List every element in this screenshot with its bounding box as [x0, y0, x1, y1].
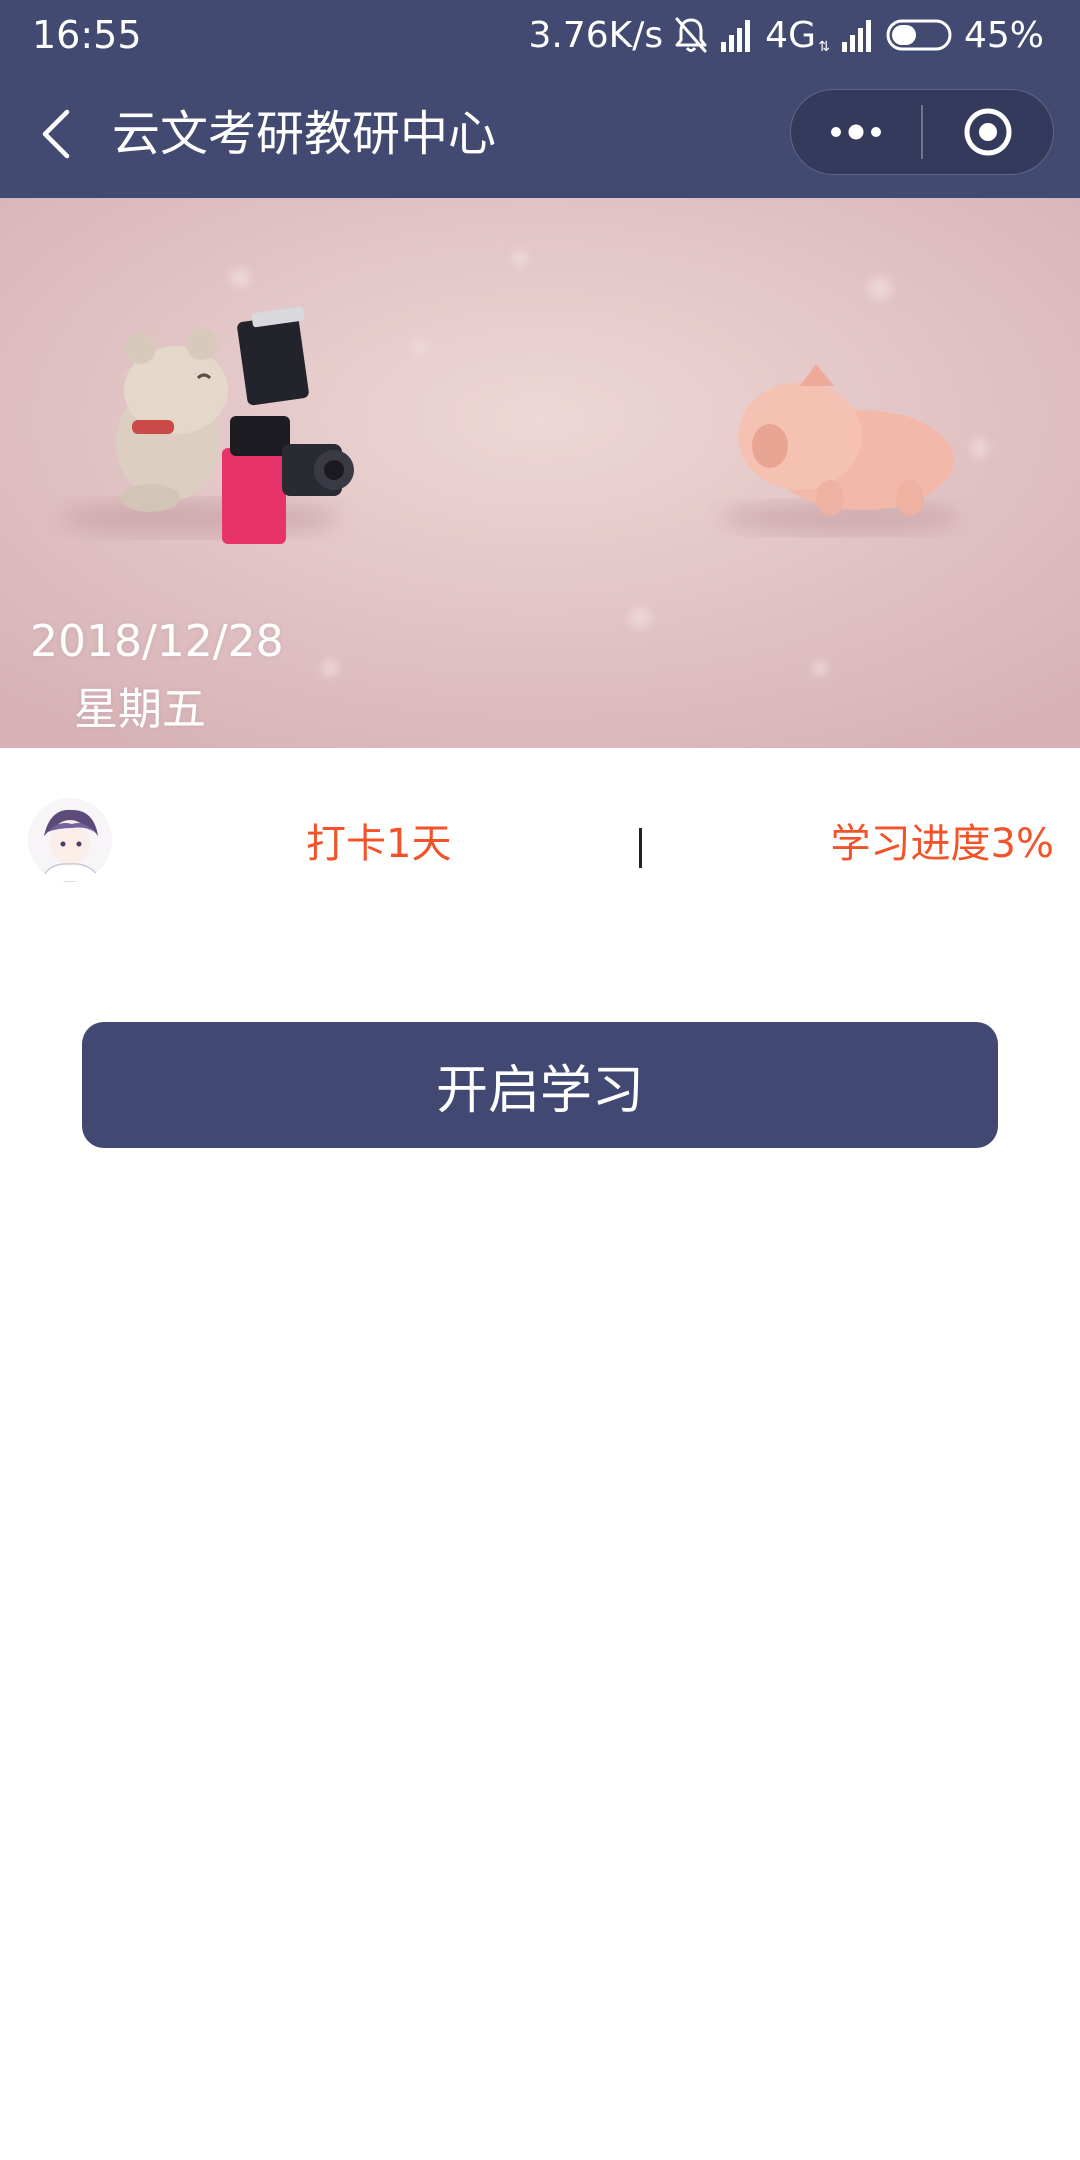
bell-muted-icon	[675, 17, 707, 53]
signal-icon-secondary	[841, 20, 871, 52]
more-dots-icon	[831, 124, 881, 140]
network-speed: 3.76K/s	[528, 14, 664, 56]
stats-divider	[639, 828, 642, 868]
banner-weekday: 星期五	[74, 684, 206, 735]
back-button[interactable]	[24, 96, 88, 172]
mini-program-capsule	[790, 89, 1054, 175]
study-progress: 学习进度3%	[830, 821, 1054, 867]
battery-percent: 45%	[963, 14, 1044, 56]
close-mini-program-button[interactable]	[923, 90, 1054, 174]
banner: 2018/12/28 星期五	[0, 198, 1080, 748]
network-activity-arrows: ⇅	[818, 38, 830, 55]
page-title: 云文考研教研中心	[112, 106, 497, 162]
signal-icon	[721, 20, 751, 52]
start-study-button[interactable]: 开启学习	[82, 1022, 998, 1148]
network-type: 4G ⇅	[765, 15, 830, 56]
status-indicators: 3.76K/s 4G ⇅ 45%	[529, 10, 1044, 60]
battery-icon	[886, 19, 952, 51]
more-menu-button[interactable]	[791, 90, 921, 174]
status-time: 16:55	[32, 13, 142, 57]
checkin-days: 打卡1天	[306, 821, 452, 867]
network-type-label: 4G	[765, 14, 816, 56]
target-circle-icon	[964, 108, 1012, 156]
nav-bar: 云文考研教研中心	[0, 70, 1080, 198]
chevron-left-icon	[42, 109, 70, 159]
avatar[interactable]	[28, 798, 112, 882]
stats-row: 打卡1天 学习进度3%	[0, 748, 1080, 948]
avatar-illustration	[28, 798, 112, 882]
status-bar: 16:55 3.76K/s 4G ⇅ 45%	[0, 0, 1080, 70]
banner-date: 2018/12/28	[30, 616, 284, 667]
